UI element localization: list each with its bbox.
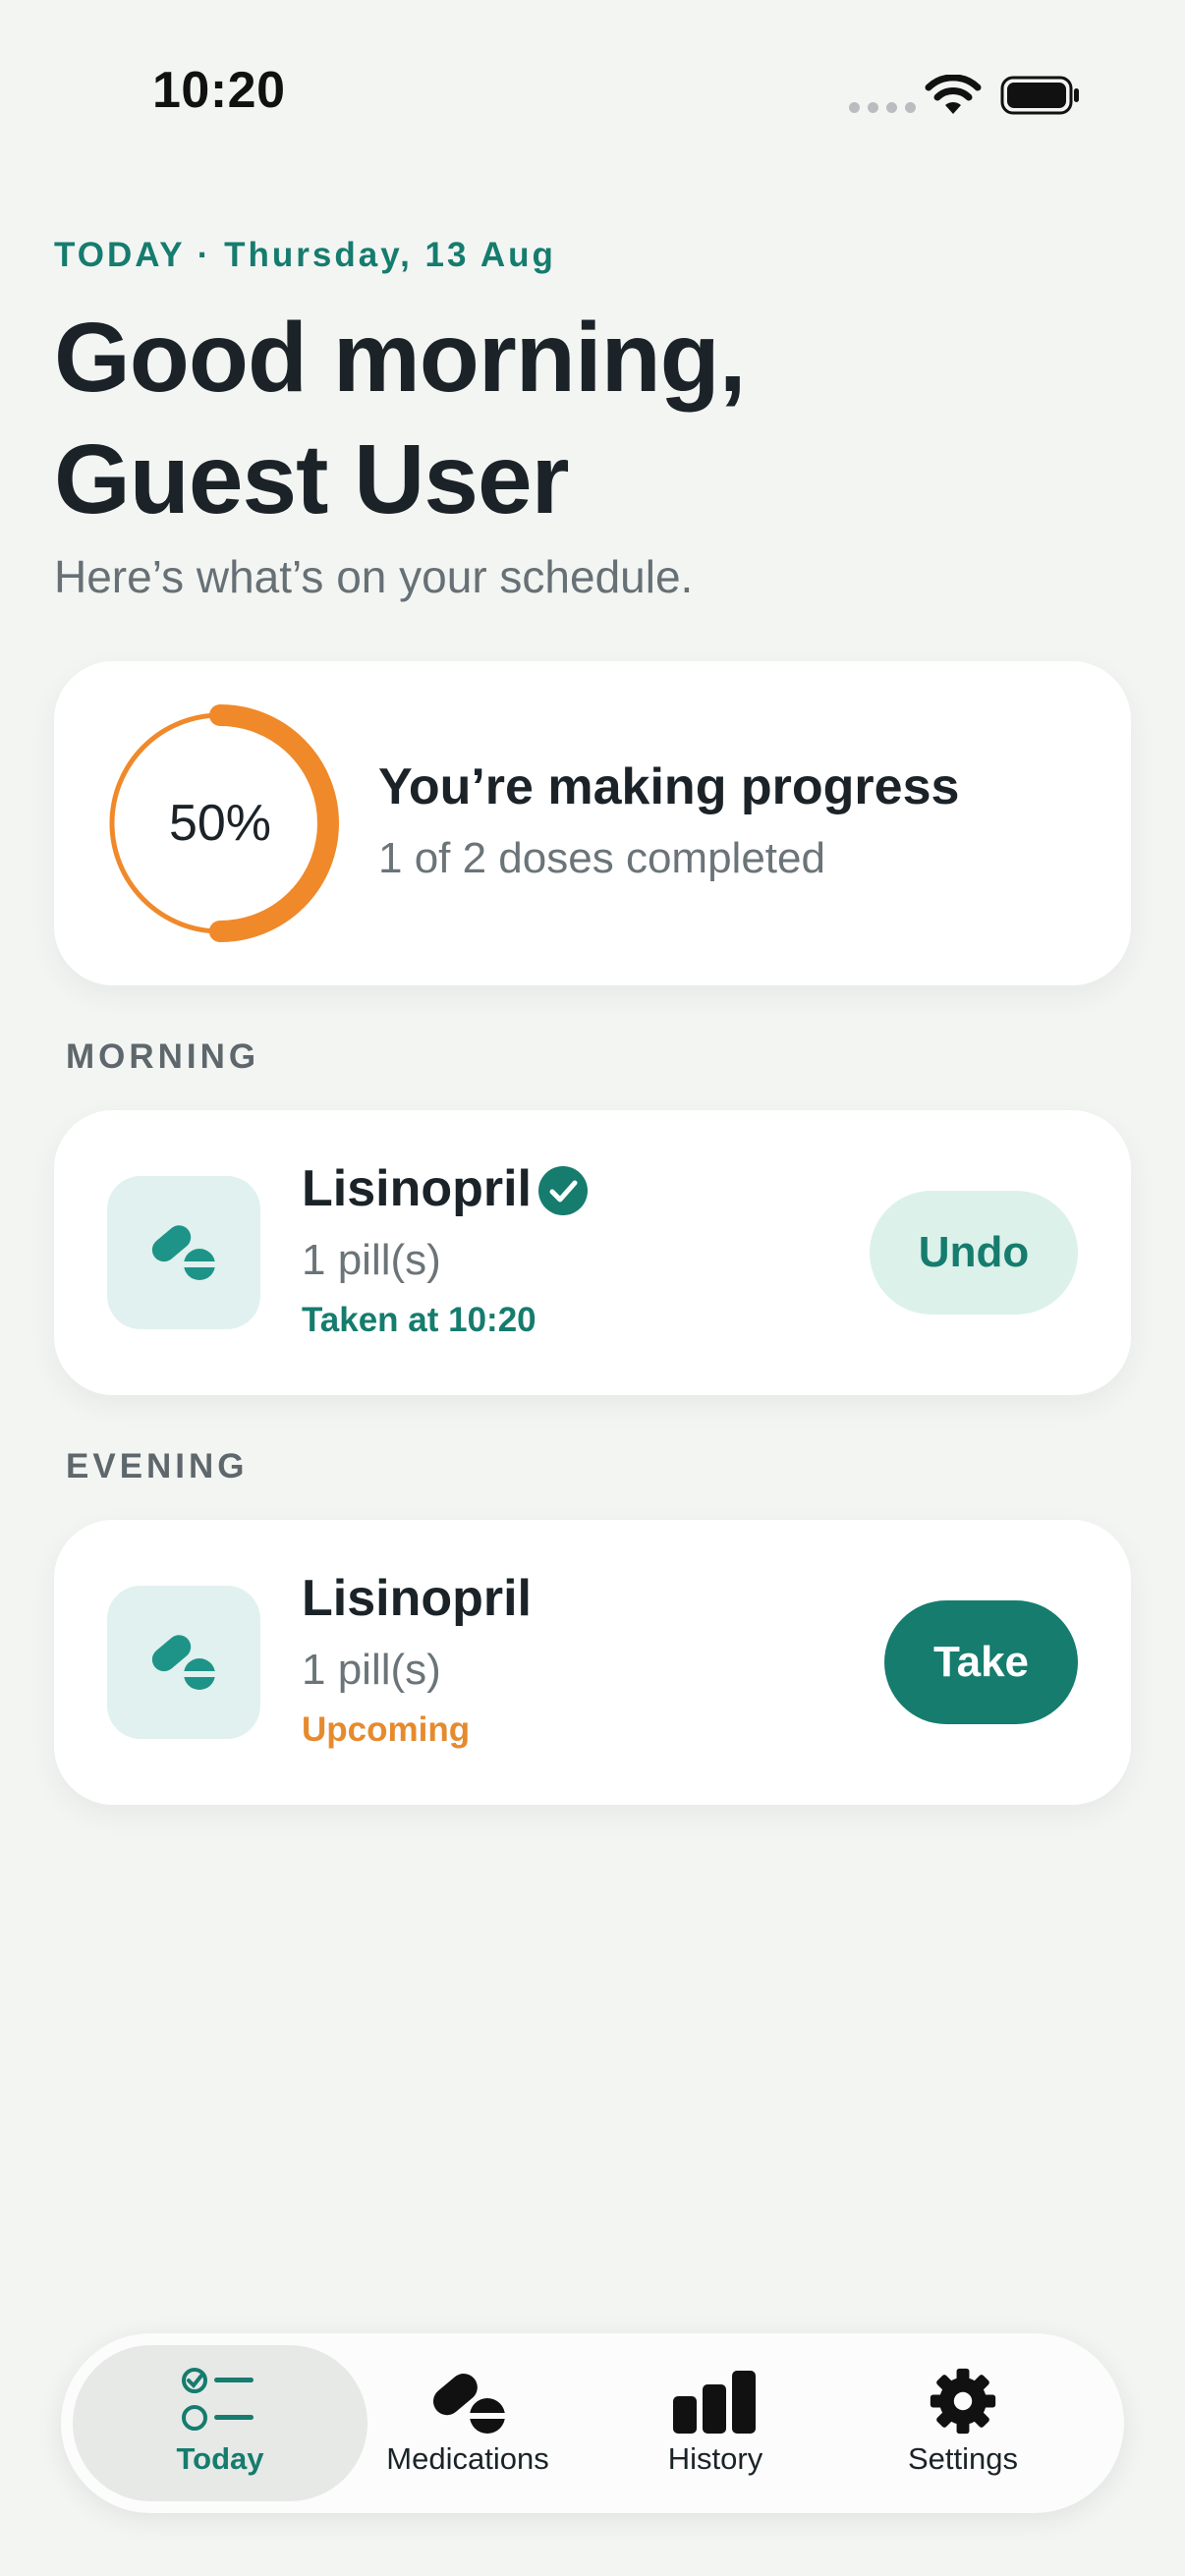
pills-icon — [151, 1225, 216, 1280]
pill-tile — [107, 1586, 260, 1739]
cellular-signal-icon — [849, 102, 916, 113]
medication-name: Lisinopril — [302, 1160, 532, 1217]
battery-icon — [1000, 76, 1079, 115]
medication-dose: 1 pill(s) — [302, 1236, 441, 1284]
medication-dose: 1 pill(s) — [302, 1646, 441, 1694]
progress-title: You’re making progress — [378, 758, 960, 815]
progress-percent: 50% — [168, 795, 272, 852]
greeting-title: Good morning, Guest User — [54, 297, 747, 540]
date-label: TODAY · Thursday, 13 Aug — [54, 236, 556, 274]
wifi-icon — [925, 75, 982, 114]
undo-button[interactable]: Undo — [870, 1191, 1078, 1315]
progress-card: 50% You’re making progress 1 of 2 doses … — [54, 661, 1131, 985]
schedule-subtitle: Here’s what’s on your schedule. — [54, 551, 694, 602]
tab-label: History — [667, 2441, 763, 2476]
status-time: 10:20 — [152, 62, 286, 119]
tab-label: Medications — [386, 2441, 549, 2476]
pills-icon — [151, 1635, 216, 1690]
pill-tile — [107, 1176, 260, 1329]
pills-icon — [432, 2374, 507, 2434]
dose-card-morning: Lisinopril 1 pill(s) Taken at 10:20 Undo — [54, 1110, 1131, 1395]
gear-icon — [930, 2368, 996, 2435]
dose-status: Taken at 10:20 — [302, 1301, 536, 1339]
dose-status: Upcoming — [302, 1710, 471, 1749]
section-label-morning: MORNING — [66, 1037, 260, 1076]
progress-subtitle: 1 of 2 doses completed — [378, 834, 825, 882]
checklist-icon — [182, 2368, 254, 2431]
section-label-evening: EVENING — [66, 1447, 249, 1485]
medication-name: Lisinopril — [302, 1570, 532, 1627]
tab-label: Today — [176, 2441, 264, 2476]
tab-settings[interactable]: Settings — [816, 2345, 1110, 2501]
greeting-line-1: Good morning, — [54, 303, 747, 413]
bar-chart-icon — [673, 2371, 756, 2434]
take-button[interactable]: Take — [884, 1600, 1078, 1724]
taken-check-icon — [538, 1166, 588, 1215]
tab-label: Settings — [907, 2441, 1018, 2476]
greeting-line-2: Guest User — [54, 424, 570, 534]
dose-card-evening: Lisinopril 1 pill(s) Upcoming Take — [54, 1520, 1131, 1805]
tab-bar: Today Medications History Settings — [61, 2333, 1124, 2513]
